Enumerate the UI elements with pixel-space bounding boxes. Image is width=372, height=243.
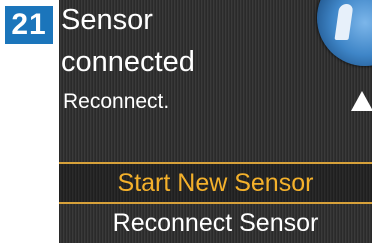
step-number-badge: 21 [5, 6, 53, 44]
message-title-line-1: Sensor [61, 4, 153, 36]
start-new-sensor-option[interactable]: Start New Sensor [59, 162, 372, 204]
options-menu: Start New Sensor Reconnect Sensor [59, 162, 372, 242]
reconnect-sensor-option[interactable]: Reconnect Sensor [59, 204, 372, 242]
info-glyph [334, 4, 354, 40]
scroll-up-icon[interactable] [351, 91, 372, 111]
info-icon[interactable] [317, 0, 372, 66]
device-screen: Sensor connected Reconnect. Start New Se… [59, 0, 372, 243]
message-detail: Reconnect. [63, 90, 170, 113]
message-title-line-2: connected [61, 46, 195, 78]
